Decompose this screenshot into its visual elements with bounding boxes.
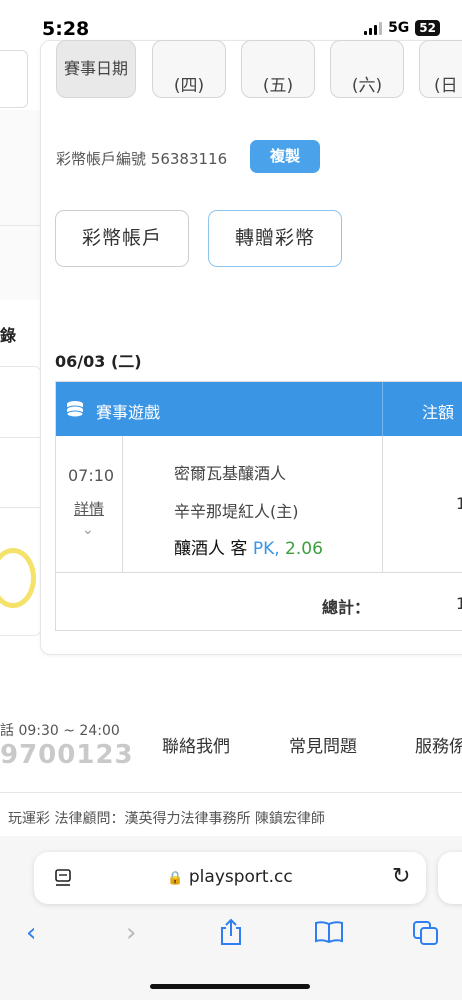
faq-link[interactable]: 常見問題: [289, 732, 357, 757]
bet-type: PK,: [252, 539, 280, 559]
row-amount: 1: [456, 494, 462, 513]
sidebar-panel: [0, 110, 42, 300]
column-header-amount: 注額: [422, 403, 455, 422]
forward-icon[interactable]: ›: [126, 918, 136, 948]
service-hours: 話 09:30 ~ 24:00: [0, 723, 120, 739]
transfer-button[interactable]: 轉贈彩幣: [208, 210, 342, 267]
battery-icon: 52: [415, 20, 440, 36]
tabs-icon[interactable]: [412, 920, 440, 946]
team-home: 辛辛那堤紅人(主): [174, 502, 299, 521]
table-header: 賽事遊戲 注額: [56, 382, 462, 436]
wallet-button[interactable]: 彩幣帳戶: [55, 210, 189, 267]
date-button-sun[interactable]: (日: [419, 40, 462, 98]
signal-icon: [364, 21, 383, 35]
column-header-game: 賽事遊戲: [96, 403, 161, 422]
contact-link[interactable]: 聯絡我們: [162, 732, 230, 757]
screen: 5:28 5G 52 錄 賽事日期 (四) (五) (六) (日 彩幣帳戶編號 …: [0, 0, 462, 1000]
date-button-fri[interactable]: (五): [241, 40, 315, 98]
address-bar[interactable]: 🔒 playsport.cc ↻: [34, 852, 426, 904]
reload-icon[interactable]: ↻: [392, 864, 410, 889]
total-label: 總計：: [322, 598, 371, 617]
network-label: 5G: [388, 20, 410, 36]
detail-link[interactable]: 詳情: [74, 498, 104, 519]
url-display[interactable]: 🔒 playsport.cc: [34, 867, 426, 887]
share-icon[interactable]: [218, 918, 244, 946]
records-date: 06/03 (二): [55, 352, 142, 371]
coin-stack-icon: [66, 401, 84, 418]
bet-odds: 2.06: [285, 539, 323, 559]
sidebar-section-label: 錄: [0, 326, 17, 345]
chevron-down-icon[interactable]: ⌄: [82, 522, 94, 538]
back-icon[interactable]: ‹: [26, 918, 36, 948]
sidebar-card[interactable]: [0, 50, 28, 108]
account-number-value: 56383116: [150, 150, 228, 168]
status-indicators: 5G 52: [364, 20, 440, 36]
date-row-label: 賽事日期: [56, 40, 136, 98]
service-link[interactable]: 服務係: [415, 732, 462, 757]
date-button-sat[interactable]: (六): [330, 40, 404, 98]
legal-text: 玩運彩 法律顧問：漢英得力法律事務所 陳鎮宏律師: [8, 811, 325, 827]
status-time: 5:28: [42, 18, 90, 40]
lock-icon: 🔒: [167, 871, 184, 886]
next-tab-peek[interactable]: [438, 852, 462, 904]
service-phone[interactable]: 9700123: [0, 740, 134, 770]
bet-pick-team: 釀酒人 客: [174, 539, 248, 559]
home-indicator: [150, 984, 310, 989]
copy-button[interactable]: 複製: [250, 140, 320, 173]
account-number-line: 彩幣帳戶編號 56383116: [56, 148, 227, 169]
bookmarks-icon[interactable]: [314, 920, 344, 944]
team-away: 密爾瓦基釀酒人: [174, 464, 287, 483]
footer-divider: [0, 792, 462, 793]
total-value: 1: [456, 594, 462, 613]
bet-pick: 釀酒人 客 PK, 2.06: [174, 534, 323, 559]
records-table: 賽事遊戲 注額 07:10 詳情 ⌄ 密爾瓦基釀酒人 辛辛那堤紅人(主) 釀酒人…: [55, 381, 462, 631]
match-time: 07:10: [68, 466, 115, 485]
date-button-thu[interactable]: (四): [152, 40, 226, 98]
account-number-label: 彩幣帳戶編號: [56, 150, 147, 168]
